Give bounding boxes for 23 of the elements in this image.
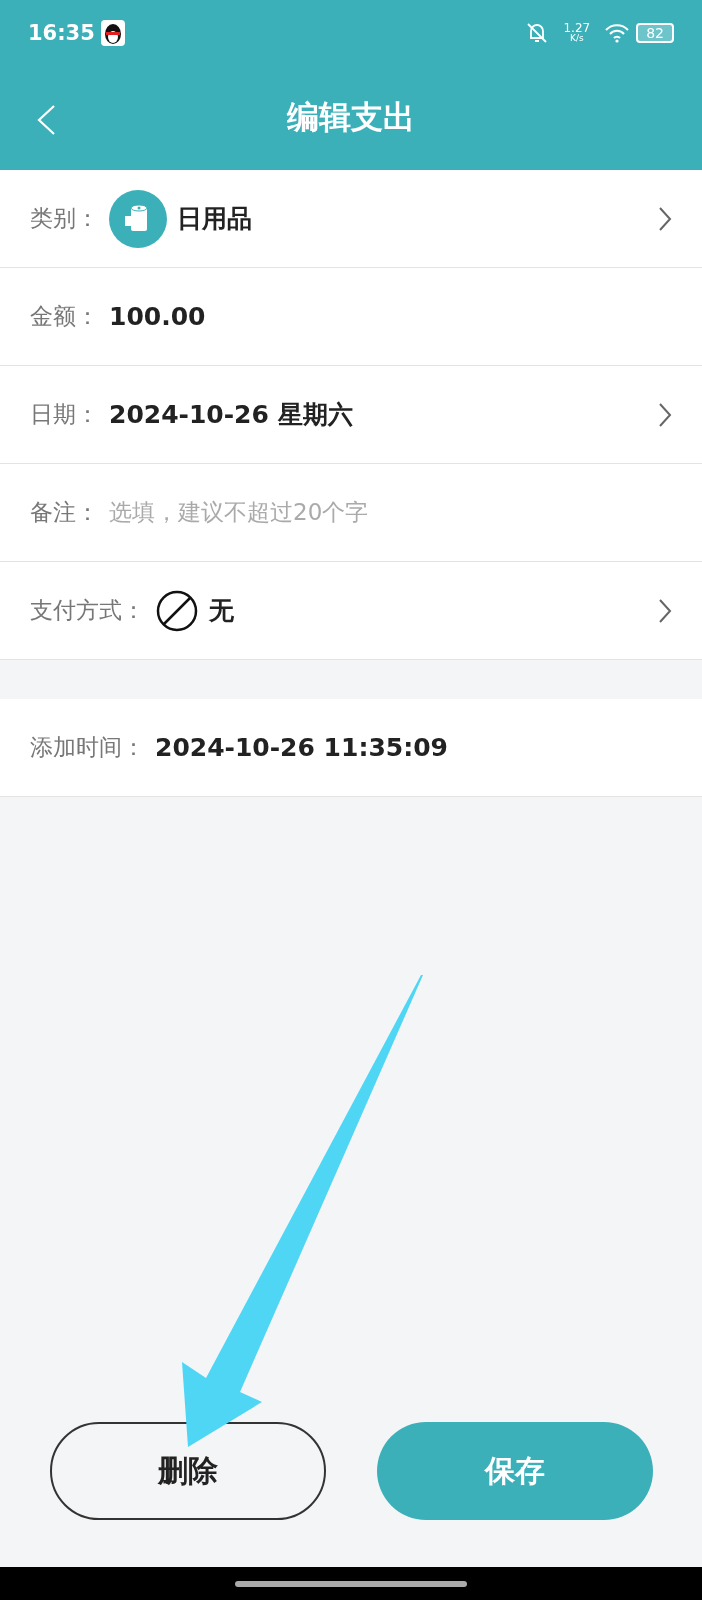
- added-time-label: 添加时间：: [30, 733, 145, 762]
- back-icon[interactable]: [36, 104, 56, 136]
- category-value: 日用品: [177, 203, 252, 235]
- toilet-paper-icon: [109, 189, 167, 248]
- row-label: 备注：: [30, 498, 99, 527]
- payment-value: 无: [209, 595, 234, 627]
- row-label: 支付方式：: [30, 596, 145, 625]
- row-value: 100.00: [109, 302, 206, 331]
- prohibited-icon: [155, 588, 199, 633]
- penguin-icon: [100, 19, 125, 46]
- row-label: 日期：: [30, 400, 99, 429]
- wifi-icon: [604, 22, 631, 43]
- row-value: 2024-10-26 星期六: [109, 399, 353, 431]
- battery-level: 82: [636, 22, 674, 43]
- save-button[interactable]: 保存: [377, 1422, 653, 1520]
- net-speed: 1.27: [563, 22, 591, 34]
- page-title: 编辑支出: [287, 96, 415, 138]
- net-unit: K/s: [570, 34, 584, 43]
- note-field[interactable]: 选填，建议不超过20个字: [109, 497, 369, 528]
- added-time-value: 2024-10-26 11:35:09: [155, 733, 448, 762]
- row-label: 类别：: [30, 204, 99, 233]
- status-time: 16:35: [28, 20, 95, 45]
- row-label: 金额：: [30, 302, 99, 331]
